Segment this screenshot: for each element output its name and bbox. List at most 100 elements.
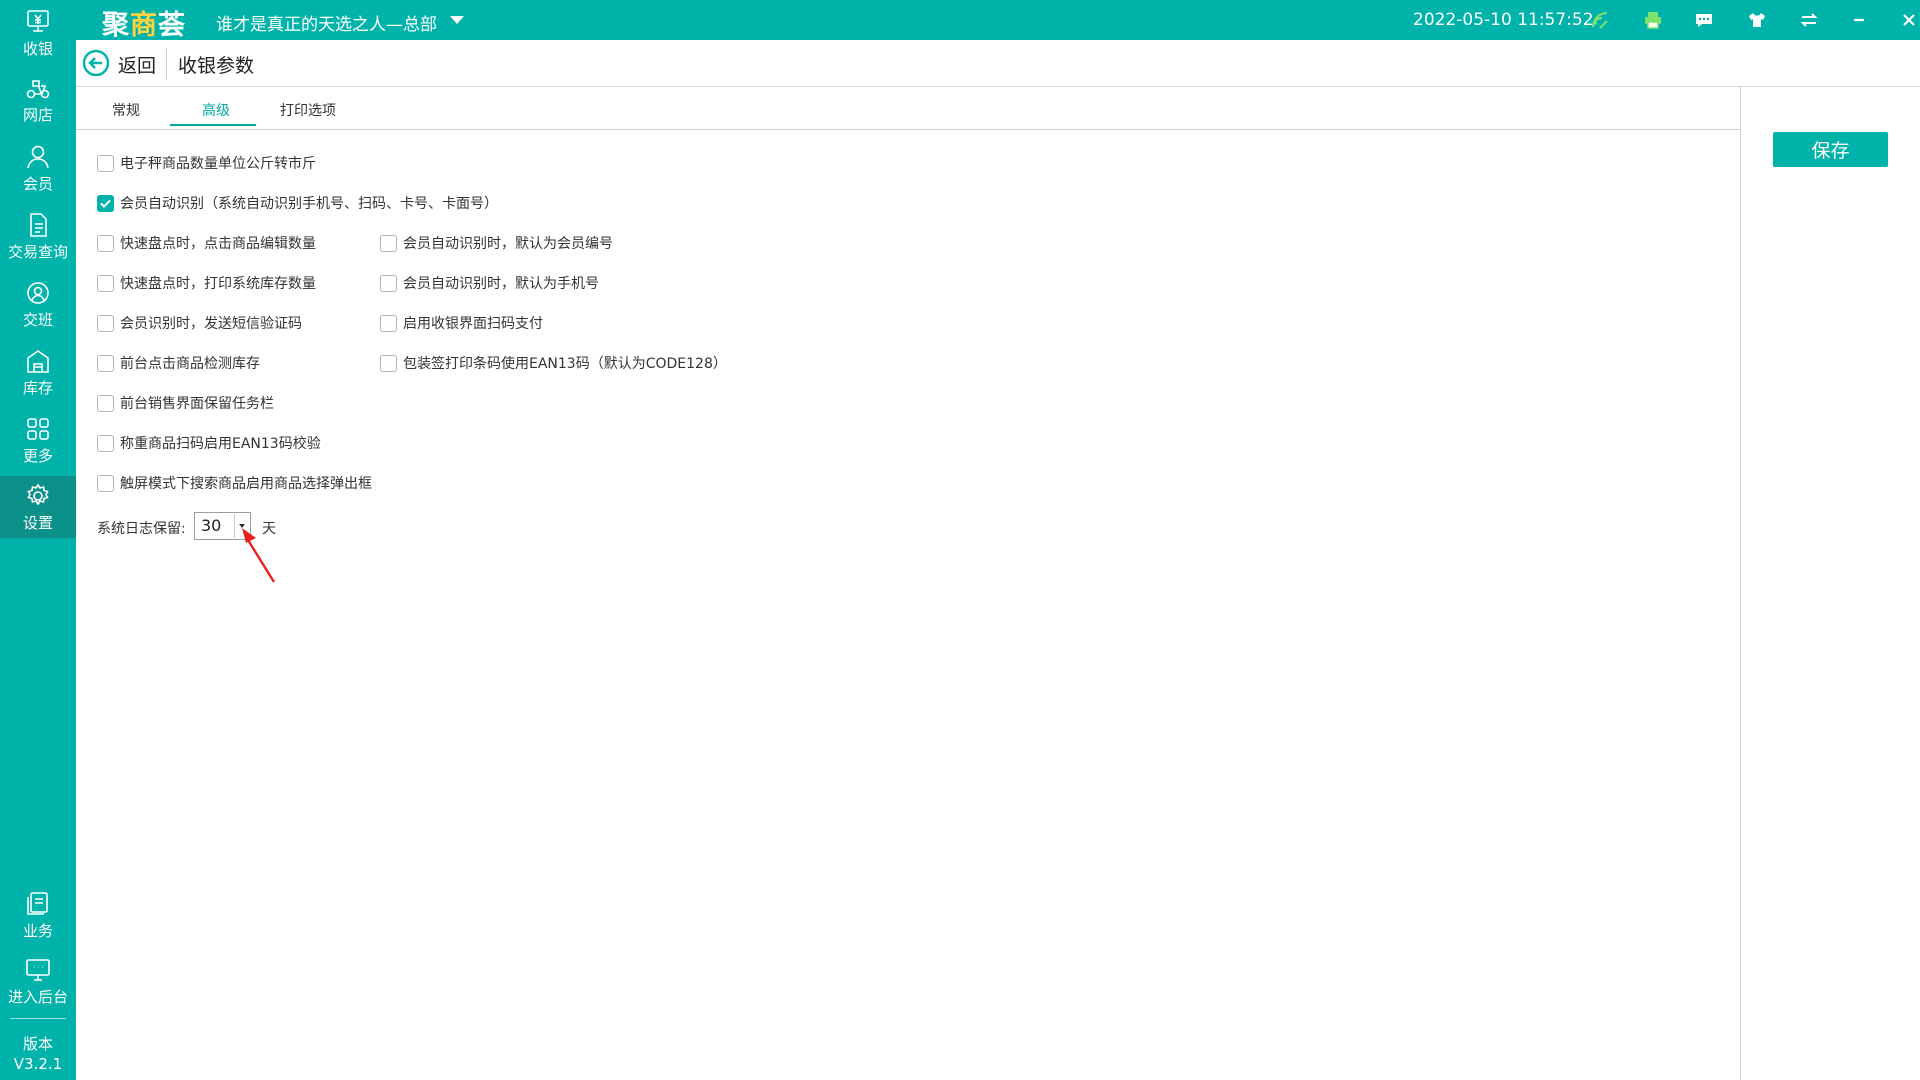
checkbox[interactable] [380,354,397,372]
option-label-ean13[interactable]: 包装签打印条码使用EAN13码（默认为CODE128） [380,353,727,373]
sidebar-item-online-store[interactable]: 网店 [0,66,76,132]
option-label: 前台销售界面保留任务栏 [120,396,274,412]
option-scale-jin-conversion[interactable]: 电子秤商品数量单位公斤转市斤 [97,153,316,173]
business-icon [27,891,48,915]
brand-char: 荟 [158,10,186,41]
sidebar-item-label: 会员 [22,174,53,193]
sidebar-item-cashier[interactable]: 收银 [0,0,76,66]
monitor-icon [26,958,50,981]
option-label: 包装签打印条码使用EAN13码（默认为CODE128） [403,356,727,372]
sidebar-item-label: 业务 [22,921,53,940]
back-button[interactable]: 返回 [118,51,156,78]
minimize-icon[interactable] [1848,9,1870,31]
option-check-stock-on-click[interactable]: 前台点击商品检测库存 [97,353,260,373]
sidebar-item-label: 交班 [22,310,53,329]
sidebar-item-member[interactable]: 会员 [0,135,76,201]
sidebar-item-label: 库存 [22,378,53,397]
document-icon [30,212,47,237]
option-label: 会员自动识别（系统自动识别手机号、扫码、卡号、卡面号） [120,196,498,212]
option-label: 前台点击商品检测库存 [120,356,260,372]
option-member-sms-verify[interactable]: 会员识别时，发送短信验证码 [97,313,302,333]
check-icon [100,199,111,208]
message-icon[interactable] [1693,9,1715,31]
log-retention-label: 系统日志保留: [97,521,186,537]
checkbox[interactable] [97,154,114,172]
save-button[interactable]: 保存 [1773,132,1888,167]
option-label: 会员识别时，发送短信验证码 [120,316,302,332]
checkbox[interactable] [97,274,114,292]
option-label: 启用收银界面扫码支付 [403,316,543,332]
checkbox[interactable] [380,234,397,252]
option-label: 会员自动识别时，默认为手机号 [403,276,599,292]
printer-icon[interactable] [1642,9,1664,31]
sidebar-item-transactions[interactable]: 交易查询 [0,203,76,269]
header-divider [166,48,167,80]
delivery-bike-icon [26,79,50,98]
close-icon[interactable] [1898,9,1920,31]
wifi-icon [1589,9,1611,31]
option-touch-search-popup[interactable]: 触屏模式下搜索商品启用商品选择弹出框 [97,473,372,493]
option-quick-count-print-stock[interactable]: 快速盘点时，打印系统库存数量 [97,273,316,293]
annotation-arrow-icon [242,528,276,583]
top-bar: 聚商荟 谁才是真正的天选之人—总部 2022-05-10 11:57:52 [76,0,1920,42]
sidebar-item-inventory[interactable]: 库存 [0,339,76,405]
grid-icon [27,417,49,440]
version-divider [10,1018,66,1019]
tab-general[interactable]: 常规 [108,100,144,120]
option-label: 电子秤商品数量单位公斤转市斤 [120,156,316,172]
checkbox-checked[interactable] [97,194,114,212]
brand-char: 聚 [102,10,130,41]
checkbox[interactable] [380,314,397,332]
sidebar-item-settings[interactable]: 设置 [0,476,76,538]
shirt-icon[interactable] [1746,9,1768,31]
chevron-down-icon[interactable] [450,16,464,24]
version-value: V3.2.1 [13,1055,63,1073]
option-member-default-phone[interactable]: 会员自动识别时，默认为手机号 [380,273,599,293]
sidebar-item-business[interactable]: 业务 [0,882,76,948]
option-label: 会员自动识别时，默认为会员编号 [403,236,613,252]
sidebar: 收银 网店 会员 交易查询 交班 库存 更多 设置 业务 进入后台 版本 V3.… [0,0,76,1080]
option-scan-pay[interactable]: 启用收银界面扫码支付 [380,313,543,333]
option-member-default-id[interactable]: 会员自动识别时，默认为会员编号 [380,233,613,253]
page-header: 返回 收银参数 [76,40,1920,87]
version-label: 版本 [22,1035,53,1053]
shift-icon [27,281,49,304]
checkbox[interactable] [97,314,114,332]
back-arrow-icon[interactable] [82,49,110,77]
brand-char-highlight: 商 [130,10,158,41]
store-name: 谁才是真正的天选之人—总部 [216,15,437,35]
checkbox[interactable] [97,234,114,252]
option-label: 触屏模式下搜索商品启用商品选择弹出框 [120,476,372,492]
option-label: 快速盘点时，点击商品编辑数量 [120,236,316,252]
tab-advanced[interactable]: 高级 [198,100,234,120]
checkbox[interactable] [97,354,114,372]
sidebar-item-backend[interactable]: 进入后台 [0,948,76,1014]
option-keep-taskbar[interactable]: 前台销售界面保留任务栏 [97,393,274,413]
warehouse-icon [27,349,49,373]
cash-register-icon [27,9,49,32]
sidebar-item-label: 收银 [22,39,53,58]
option-label: 称重商品扫码启用EAN13码校验 [120,436,321,452]
store-selector[interactable]: 谁才是真正的天选之人—总部 [216,10,437,35]
tab-print-options[interactable]: 打印选项 [278,100,338,120]
sync-icon[interactable] [1798,9,1820,31]
clock: 2022-05-10 11:57:52 [1413,10,1594,30]
sidebar-item-label: 进入后台 [7,987,68,1006]
sidebar-item-label: 设置 [22,513,53,532]
brand-logo: 聚商荟 [102,3,186,42]
option-quick-count-edit-qty[interactable]: 快速盘点时，点击商品编辑数量 [97,233,316,253]
sidebar-item-label: 网店 [22,105,53,124]
sidebar-item-more[interactable]: 更多 [0,407,76,473]
sidebar-item-shift[interactable]: 交班 [0,271,76,337]
option-member-auto-recognize[interactable]: 会员自动识别（系统自动识别手机号、扫码、卡号、卡面号） [97,193,498,213]
sidebar-item-label: 交易查询 [7,242,68,261]
checkbox[interactable] [97,394,114,412]
sidebar-item-label: 更多 [22,446,53,465]
gear-icon [27,483,49,505]
option-weighed-ean13-check[interactable]: 称重商品扫码启用EAN13码校验 [97,433,321,453]
checkbox[interactable] [97,474,114,492]
right-panel-divider [1740,87,1741,1080]
checkbox[interactable] [380,274,397,292]
tab-active-underline [170,124,256,126]
checkbox[interactable] [97,434,114,452]
